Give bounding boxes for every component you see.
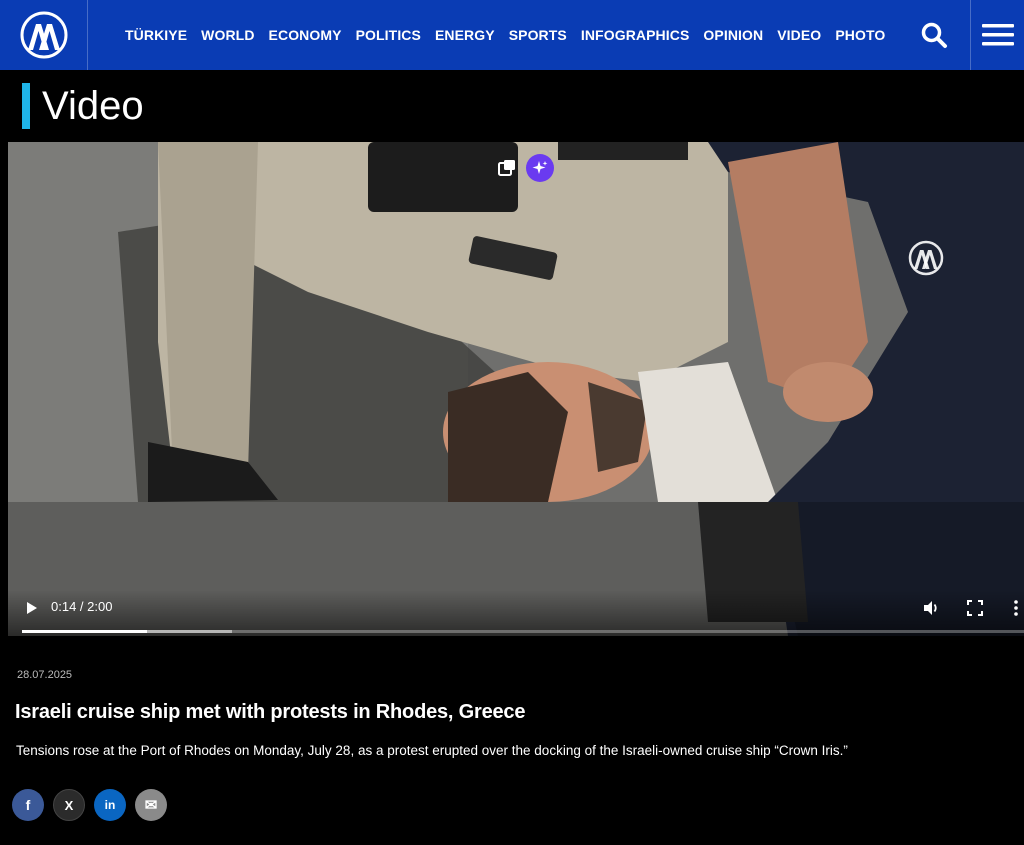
nav-item-video[interactable]: VIDEO [770, 27, 828, 43]
nav-item-opinion[interactable]: OPINION [696, 27, 770, 43]
search-icon [921, 22, 947, 48]
aa-watermark [908, 240, 944, 281]
share-buttons: f X in ✉ [12, 789, 167, 821]
article-summary: Tensions rose at the Port of Rhodes on M… [16, 743, 848, 758]
search-button[interactable] [898, 0, 970, 70]
aa-logo-icon [20, 11, 67, 59]
nav-item-politics[interactable]: POLITICS [349, 27, 428, 43]
video-time: 0:14 / 2:00 [51, 599, 113, 614]
video-frame [8, 142, 1024, 636]
nav-item-economy[interactable]: ECONOMY [262, 27, 349, 43]
section-accent-bar [22, 83, 30, 129]
main-nav: TÜRKIYE WORLD ECONOMY POLITICS ENERGY SP… [118, 0, 892, 70]
aa-watermark-icon [908, 240, 944, 276]
nav-item-photo[interactable]: PHOTO [828, 27, 892, 43]
top-navigation-bar: TÜRKIYE WORLD ECONOMY POLITICS ENERGY SP… [0, 0, 1024, 70]
hamburger-menu-icon [981, 24, 1014, 46]
linkedin-share-button[interactable]: in [94, 789, 126, 821]
nav-item-world[interactable]: WORLD [194, 27, 261, 43]
nav-item-infographics[interactable]: INFOGRAPHICS [574, 27, 697, 43]
email-share-button[interactable]: ✉ [135, 789, 167, 821]
email-icon: ✉ [144, 797, 158, 814]
volume-icon[interactable] [922, 599, 940, 617]
linkedin-icon: in [104, 798, 116, 812]
picture-in-picture-icon [498, 160, 515, 176]
facebook-share-button[interactable]: f [12, 789, 44, 821]
aa-logo[interactable] [0, 0, 88, 70]
video-player[interactable]: 0:14 / 2:00 [8, 142, 1024, 636]
article-date: 28.07.2025 [17, 669, 73, 681]
section-title: Video [42, 84, 144, 128]
x-share-button[interactable]: X [53, 789, 85, 821]
ai-sparkle-button[interactable] [526, 154, 554, 182]
menu-button[interactable] [970, 0, 1024, 70]
video-progress-bar[interactable] [22, 630, 1024, 633]
article-headline: Israeli cruise ship met with protests in… [15, 701, 526, 723]
fullscreen-icon[interactable] [966, 599, 984, 617]
nav-item-sports[interactable]: SPORTS [502, 27, 574, 43]
section-heading: Video [22, 83, 144, 129]
facebook-icon: f [25, 797, 31, 813]
nav-item-turkiye[interactable]: TÜRKIYE [118, 27, 194, 43]
more-options-icon[interactable] [1011, 599, 1021, 617]
x-icon: X [64, 797, 74, 813]
nav-item-energy[interactable]: ENERGY [428, 27, 502, 43]
sparkle-icon [532, 161, 548, 174]
play-icon[interactable] [24, 600, 40, 616]
video-progress-fill [22, 630, 148, 633]
picture-in-picture-button[interactable] [493, 154, 521, 182]
